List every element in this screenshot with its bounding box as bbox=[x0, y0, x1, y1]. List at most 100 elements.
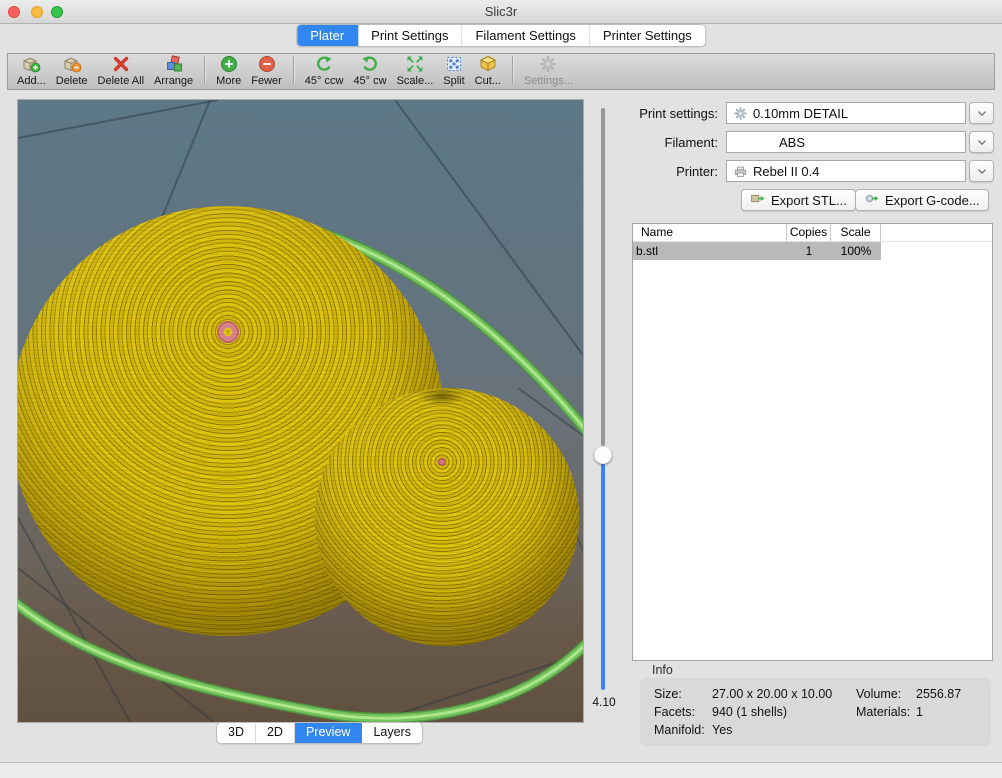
delete-label: Delete bbox=[56, 75, 88, 87]
tab-filament-settings[interactable]: Filament Settings bbox=[462, 25, 589, 46]
manifold-label: Manifold: bbox=[654, 723, 705, 737]
info-panel-title: Info bbox=[652, 663, 673, 677]
export-gcode-icon bbox=[864, 191, 880, 209]
manifold-value: Yes bbox=[712, 723, 732, 737]
volume-value: 2556.87 bbox=[916, 687, 961, 701]
fewer-icon bbox=[257, 54, 277, 74]
split-icon bbox=[444, 54, 464, 74]
print-settings-combo[interactable]: 0.10mm DETAIL bbox=[726, 102, 966, 124]
scale-button[interactable]: Scale... bbox=[392, 53, 439, 87]
chevron-down-icon bbox=[975, 164, 989, 178]
toolbar-separator bbox=[204, 56, 205, 84]
printer-combo[interactable]: Rebel II 0.4 bbox=[726, 160, 966, 182]
tab-preview[interactable]: Preview bbox=[295, 723, 362, 743]
rotate-ccw-button[interactable]: 45° ccw bbox=[300, 53, 349, 87]
table-row[interactable]: b.stl 1 100% bbox=[633, 242, 881, 260]
split-button[interactable]: Split bbox=[438, 53, 469, 87]
cut-button[interactable]: Cut... bbox=[470, 53, 506, 87]
delete-icon bbox=[61, 54, 83, 74]
rotate-cw-icon bbox=[360, 54, 380, 74]
filament-combo[interactable]: ABS bbox=[726, 131, 966, 153]
print-settings-dropdown-button[interactable] bbox=[969, 102, 994, 124]
printer-dropdown-button[interactable] bbox=[969, 160, 994, 182]
column-header-copies[interactable]: Copies bbox=[787, 224, 831, 241]
plater-toolbar: Add... Delete Delete All Arrange More bbox=[7, 53, 995, 90]
split-label: Split bbox=[443, 75, 464, 87]
slider-track-upper[interactable] bbox=[601, 108, 605, 446]
export-stl-icon bbox=[750, 191, 766, 209]
more-icon bbox=[219, 54, 239, 74]
view-mode-tab-bar: 3D 2D Preview Layers bbox=[216, 722, 423, 744]
tab-print-settings[interactable]: Print Settings bbox=[358, 25, 462, 46]
scale-label: Scale... bbox=[397, 75, 434, 87]
column-header-name[interactable]: Name bbox=[633, 224, 787, 241]
slider-track-lower[interactable] bbox=[601, 464, 605, 690]
volume-label: Volume: bbox=[856, 687, 901, 701]
print-settings-label: Print settings: bbox=[568, 106, 718, 121]
rotate-cw-label: 45° cw bbox=[353, 75, 386, 87]
size-value: 27.00 x 20.00 x 10.00 bbox=[712, 687, 832, 701]
tab-layers[interactable]: Layers bbox=[362, 723, 422, 743]
column-header-scale[interactable]: Scale bbox=[831, 224, 881, 241]
chevron-down-icon bbox=[975, 106, 989, 120]
export-stl-label: Export STL... bbox=[771, 193, 847, 208]
facets-value: 940 (1 shells) bbox=[712, 705, 787, 719]
export-stl-button[interactable]: Export STL... bbox=[741, 189, 856, 211]
window-title: Slic3r bbox=[0, 4, 1002, 19]
rotate-ccw-icon bbox=[314, 54, 334, 74]
fewer-button[interactable]: Fewer bbox=[246, 53, 287, 87]
rotate-ccw-label: 45° ccw bbox=[305, 75, 344, 87]
toolbar-separator bbox=[293, 56, 294, 84]
gear-icon bbox=[733, 106, 748, 121]
filament-dropdown-button[interactable] bbox=[969, 131, 994, 153]
add-label: Add... bbox=[17, 75, 46, 87]
slider-value: 4.10 bbox=[584, 695, 624, 709]
printer-icon bbox=[733, 164, 748, 179]
more-label: More bbox=[216, 75, 241, 87]
cell-name: b.stl bbox=[633, 242, 787, 260]
title-bar: Slic3r bbox=[0, 0, 1002, 24]
scale-icon bbox=[405, 54, 425, 74]
slider-thumb[interactable] bbox=[594, 446, 612, 464]
tab-plater[interactable]: Plater bbox=[297, 25, 358, 46]
3d-viewport[interactable] bbox=[18, 100, 583, 722]
cell-scale: 100% bbox=[831, 242, 881, 260]
delete-all-button[interactable]: Delete All bbox=[93, 53, 149, 87]
delete-all-label: Delete All bbox=[98, 75, 144, 87]
fewer-label: Fewer bbox=[251, 75, 282, 87]
filament-label: Filament: bbox=[568, 135, 718, 150]
table-header: Name Copies Scale bbox=[633, 224, 992, 242]
delete-button[interactable]: Delete bbox=[51, 53, 93, 87]
settings-button[interactable]: Settings... bbox=[519, 53, 578, 87]
tab-printer-settings[interactable]: Printer Settings bbox=[590, 25, 705, 46]
footer-strip bbox=[0, 763, 1002, 778]
cell-copies: 1 bbox=[787, 242, 831, 260]
printer-value: Rebel II 0.4 bbox=[753, 164, 820, 179]
more-button[interactable]: More bbox=[211, 53, 246, 87]
toolbar-separator bbox=[512, 56, 513, 84]
cut-icon bbox=[478, 54, 498, 74]
add-button[interactable]: Add... bbox=[12, 53, 51, 87]
materials-label: Materials: bbox=[856, 705, 910, 719]
print-settings-value: 0.10mm DETAIL bbox=[753, 106, 848, 121]
tab-3d[interactable]: 3D bbox=[217, 723, 256, 743]
add-icon bbox=[20, 54, 42, 74]
tab-2d[interactable]: 2D bbox=[256, 723, 295, 743]
chevron-down-icon bbox=[975, 135, 989, 149]
filament-value: ABS bbox=[779, 135, 805, 150]
column-header-empty bbox=[881, 224, 992, 241]
export-gcode-button[interactable]: Export G-code... bbox=[855, 189, 989, 211]
size-label: Size: bbox=[654, 687, 682, 701]
export-gcode-label: Export G-code... bbox=[885, 193, 980, 208]
materials-value: 1 bbox=[916, 705, 923, 719]
rotate-cw-button[interactable]: 45° cw bbox=[348, 53, 391, 87]
arrange-button[interactable]: Arrange bbox=[149, 53, 198, 87]
model-sphere-small[interactable] bbox=[315, 388, 579, 646]
object-list-table[interactable]: Name Copies Scale b.stl 1 100% bbox=[632, 223, 993, 661]
facets-label: Facets: bbox=[654, 705, 695, 719]
arrange-icon bbox=[164, 54, 184, 74]
settings-icon bbox=[538, 54, 558, 74]
info-panel: Size: 27.00 x 20.00 x 10.00 Volume: 2556… bbox=[640, 678, 991, 746]
cut-label: Cut... bbox=[475, 75, 501, 87]
layer-slider[interactable] bbox=[594, 108, 612, 708]
